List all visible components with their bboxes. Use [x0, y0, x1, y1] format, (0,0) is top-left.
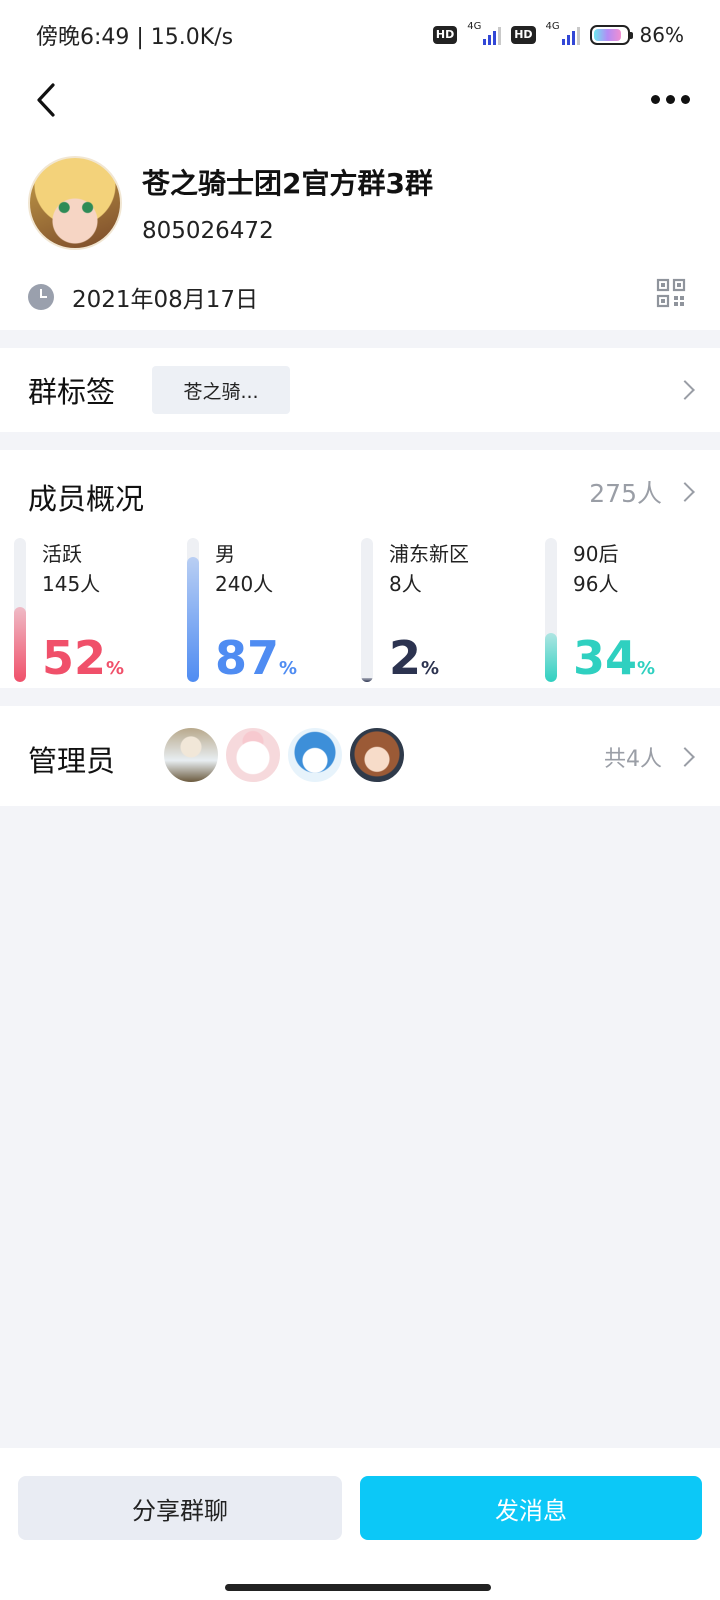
group-name: 苍之骑士团2官方群3群 — [142, 167, 433, 200]
admin-total: 共4人 — [604, 747, 662, 772]
group-tags-row[interactable]: 群标签 苍之骑... — [0, 348, 720, 432]
stat-percent: 52% — [42, 631, 125, 685]
more-options-button[interactable] — [646, 84, 694, 114]
stat-bar-track — [187, 538, 199, 682]
group-tags-label: 群标签 — [28, 375, 116, 409]
stat-label: 浦东新区 — [389, 542, 469, 566]
stat-bar-fill — [187, 557, 199, 682]
status-time: 傍晚6:49 | 15.0K/s — [36, 25, 234, 50]
avatar[interactable] — [348, 726, 406, 784]
group-id: 805026472 — [142, 218, 274, 244]
stat-region[interactable]: 浦东新区 8人 2% — [361, 538, 531, 688]
stat-bar-track — [361, 538, 373, 682]
avatar[interactable] — [224, 726, 282, 784]
stat-bar-track — [545, 538, 557, 682]
battery-icon — [589, 25, 633, 45]
stat-label: 活跃 — [42, 542, 82, 566]
more-dots-icon — [650, 94, 660, 104]
stat-count: 8人 — [389, 572, 422, 596]
stat-label: 90后 — [573, 542, 619, 566]
created-date-row: 2021年08月17日 — [28, 280, 258, 314]
stat-count: 145人 — [42, 572, 101, 596]
hd-icon: HD — [511, 26, 536, 44]
stat-bar-fill — [361, 678, 373, 682]
stat-age[interactable]: 90后 96人 34% — [545, 538, 715, 688]
signal-icon: 4G — [546, 21, 580, 47]
qr-code-icon[interactable] — [656, 278, 686, 308]
stat-count: 240人 — [215, 572, 274, 596]
stat-percent: 34% — [573, 631, 656, 685]
hd-icon: HD — [432, 26, 458, 44]
avatar[interactable] — [162, 726, 220, 784]
stat-label: 男 — [215, 542, 235, 566]
stat-active[interactable]: 活跃 145人 52% — [14, 538, 184, 688]
home-indicator[interactable] — [225, 1584, 491, 1591]
back-button[interactable] — [26, 80, 66, 120]
group-avatar[interactable] — [28, 156, 122, 250]
stat-bar-fill — [545, 633, 557, 682]
back-arrow-icon — [37, 83, 55, 117]
avatar[interactable] — [286, 726, 344, 784]
send-message-button[interactable]: 发消息 — [360, 1476, 702, 1540]
admin-avatar-list — [162, 726, 406, 784]
chevron-right-icon[interactable] — [675, 482, 695, 502]
chevron-right-icon — [675, 380, 695, 400]
bottom-action-bar: 分享群聊 发消息 — [0, 1448, 720, 1600]
admins-row[interactable]: 管理员 共4人 — [0, 706, 720, 806]
battery-percent: 86% — [639, 23, 684, 47]
clock-icon — [28, 284, 54, 310]
group-tag-chip[interactable]: 苍之骑... — [152, 366, 290, 414]
stat-percent: 2% — [389, 631, 440, 685]
group-header: 苍之骑士团2官方群3群 805026472 2021年08月17日 — [0, 70, 720, 330]
status-icons: HD 4G HD 4G 86% — [432, 21, 684, 47]
chevron-right-icon — [675, 747, 695, 767]
member-count[interactable]: 275人 — [589, 474, 662, 510]
stat-percent: 87% — [215, 631, 298, 685]
member-overview: 成员概况 275人 活跃 145人 52% 男 240人 87% 浦东新区 8人… — [0, 450, 720, 688]
signal-icon: 4G — [467, 21, 502, 47]
stat-count: 96人 — [573, 572, 619, 596]
stat-bar-track — [14, 538, 26, 682]
stat-gender[interactable]: 男 240人 87% — [187, 538, 357, 688]
admins-label: 管理员 — [28, 744, 116, 778]
stat-bar-fill — [14, 607, 26, 682]
member-overview-title: 成员概况 — [28, 482, 145, 516]
status-bar: 傍晚6:49 | 15.0K/s HD 4G HD 4G 86% — [0, 0, 720, 70]
created-date: 2021年08月17日 — [72, 287, 259, 313]
share-group-button[interactable]: 分享群聊 — [18, 1476, 342, 1540]
